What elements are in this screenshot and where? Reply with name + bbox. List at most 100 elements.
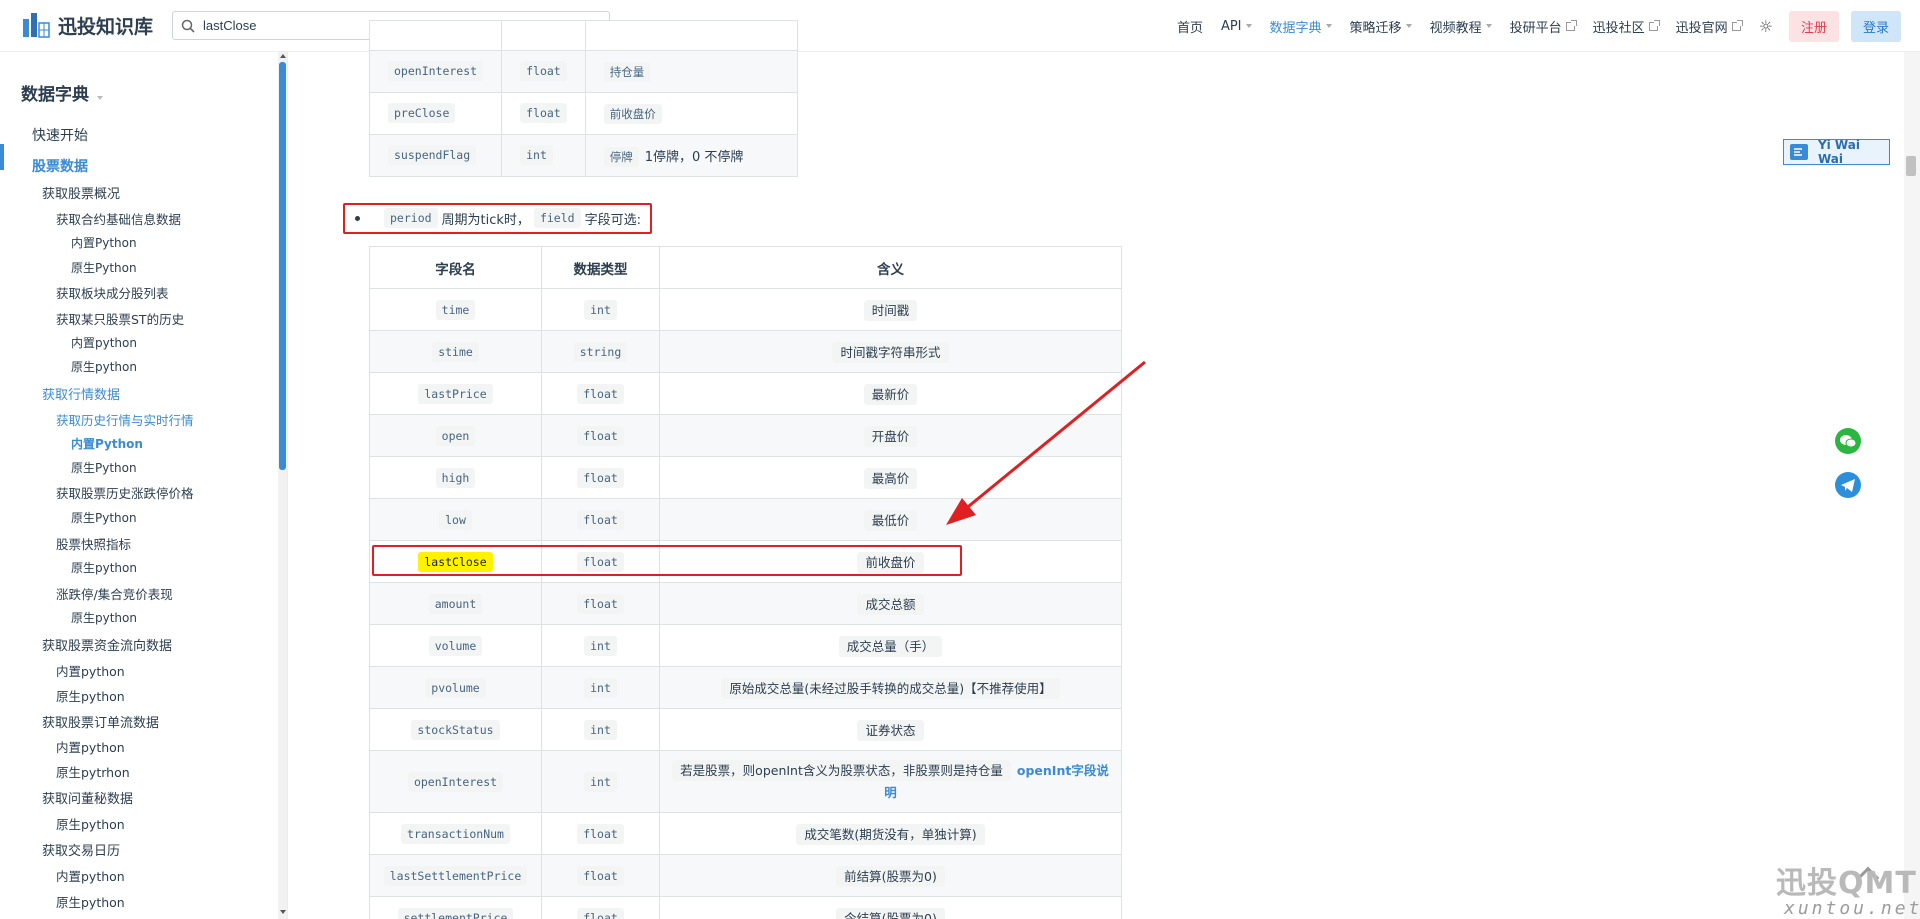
sidebar-item-8[interactable]: 内置python [71,334,137,351]
sidebar-item-30[interactable]: 原生python [56,892,125,911]
nav-item-6[interactable]: 迅投社区 [1593,17,1660,36]
sidebar-item-20[interactable]: 获取股票资金流向数据 [42,635,172,654]
sidebar-item-25[interactable]: 原生pytrhon [56,762,130,781]
type-code: float [577,468,624,488]
translate-label: Yi Wai Wai [1817,138,1860,166]
cell-field: high [369,456,542,499]
translate-float-button[interactable]: Yi Wai Wai [1783,138,1890,166]
meaning-text: 若是股票，则openInt含义为股票状态，非股票则是持仓量 [672,759,1011,781]
page-scrollbar-thumb[interactable] [1906,156,1916,176]
type-code: string [573,342,628,362]
nav-item-2[interactable]: 数据字典 [1270,17,1332,36]
sidebar-item-18[interactable]: 涨跌停/集合竞价表现 [56,584,173,603]
sidebar-item-11[interactable]: 获取历史行情与实时行情 [56,410,194,429]
sidebar-item-26[interactable]: 获取问董秘数据 [42,788,133,807]
sidebar-title-label: 数据字典 [21,85,89,105]
cell-meaning: 停牌 1停牌，0 不停牌 [584,134,798,177]
sidebar-item-15[interactable]: 原生Python [71,509,137,526]
sidebar-title[interactable]: 数据字典 [21,80,103,105]
meaning-text: 持仓量 [603,61,651,82]
type-code: float [577,824,624,844]
meaning-text: 最低价 [863,510,918,531]
external-link-icon [1731,19,1743,31]
sidebar-item-23[interactable]: 获取股票订单流数据 [42,712,159,731]
sidebar-scrollbar-thumb[interactable] [279,62,286,470]
cell-meaning: 前结算(股票为0) [659,854,1122,897]
sidebar-item-21[interactable]: 内置python [56,661,125,680]
cell-type: int [501,134,586,177]
sidebar-item-14[interactable]: 获取股票历史涨跌停价格 [56,483,194,502]
cell-field: amount [369,582,542,625]
sidebar-item-19[interactable]: 原生python [71,609,137,626]
scroll-up-icon[interactable] [280,54,286,58]
sidebar-item-7[interactable]: 获取某只股票ST的历史 [56,309,184,328]
sidebar-item-29[interactable]: 内置python [56,866,125,885]
nav-label: 数据字典 [1269,20,1322,36]
cell-type: float [541,372,660,415]
table-row: amount float 成交总额 [369,582,1122,625]
wechat-icon[interactable] [1835,428,1861,454]
type-code: float [520,103,567,123]
table-row: time int 时间戳 [369,288,1122,331]
annotation-box-lastclose [372,545,962,576]
type-code: int [520,145,553,165]
nav-item-7[interactable]: 迅投官网 [1676,17,1743,36]
page-scrollbar[interactable] [1904,52,1920,919]
chevron-down-icon [1325,24,1332,28]
sidebar-item-27[interactable]: 原生python [56,814,125,833]
cell-field: lastPrice [369,372,542,415]
sidebar-item-5[interactable]: 原生Python [71,259,137,276]
scroll-down-icon[interactable] [280,910,286,914]
sidebar-item-9[interactable]: 原生python [71,358,137,375]
theme-toggle-icon[interactable]: ☼ [1759,17,1773,36]
sidebar-item-0[interactable]: 快速开始 [32,125,88,145]
type-code: float [577,908,624,919]
cell-field: transactionNum [369,812,542,855]
sidebar-item-4[interactable]: 内置Python [71,234,137,251]
cell-field: lastSettlementPrice [369,854,542,897]
telegram-icon[interactable] [1835,472,1861,498]
sidebar-item-17[interactable]: 原生python [71,559,137,576]
sidebar-item-22[interactable]: 原生python [56,686,125,705]
nav-item-5[interactable]: 投研平台 [1510,17,1577,36]
nav-item-3[interactable]: 策略迁移 [1350,17,1412,36]
site-logo[interactable]: 迅投知识库 [20,9,153,41]
sidebar-active-indicator [0,144,4,170]
tick-fields-table: 字段名 数据类型 含义 time int 时间戳 stime string 时间戳字符串形… [369,246,1122,919]
sidebar-item-16[interactable]: 股票快照指标 [56,534,131,553]
table-row: high float 最高价 [369,456,1122,499]
register-button[interactable]: 注册 [1788,10,1839,42]
login-button[interactable]: 登录 [1850,10,1901,42]
type-code: float [577,426,624,446]
watermark: 迅投QMT xuntou.net [1776,858,1920,919]
nav-label: 首页 [1176,20,1203,36]
sidebar-item-13[interactable]: 原生Python [71,459,137,476]
sidebar-item-10[interactable]: 获取行情数据 [42,384,120,403]
cell-type: int [541,708,660,751]
sidebar-item-28[interactable]: 获取交易日历 [42,840,120,859]
sidebar-item-24[interactable]: 内置python [56,737,125,756]
table-header-row: 字段名 数据类型 含义 [369,246,1122,289]
type-code: float [577,384,624,404]
table-row: lastPrice float 最新价 [369,372,1122,415]
cell-type: float [501,50,586,93]
nav-item-1[interactable]: API [1221,19,1252,34]
sidebar-item-3[interactable]: 获取合约基础信息数据 [56,209,181,228]
logo-text: 迅投知识库 [58,15,154,38]
sidebar-item-2[interactable]: 获取股票概况 [42,183,120,202]
field-code: openInterest [407,772,504,792]
nav-label: API [1220,18,1242,34]
sidebar-item-1[interactable]: 股票数据 [32,156,88,176]
cell-meaning: 前收盘价 [584,92,798,135]
sidebar-item-12[interactable]: 内置Python [71,435,143,452]
nav-item-0[interactable]: 首页 [1177,17,1203,36]
main-nav: 首页 API 数据字典 策略迁移 视频教程 投研平台 迅投社区 迅投官网 ☼ 注册 登录 [1177,0,1920,52]
cell-type: int [541,666,660,709]
meaning-text: 1停牌，0 不停牌 [644,150,744,165]
sidebar-item-6[interactable]: 获取板块成分股列表 [56,283,169,302]
table-row: lastSettlementPrice float 前结算(股票为0) [369,854,1122,897]
table-row: low float 最低价 [369,498,1122,541]
type-code: float [577,510,624,530]
nav-item-4[interactable]: 视频教程 [1430,17,1492,36]
cell-meaning [584,20,798,51]
